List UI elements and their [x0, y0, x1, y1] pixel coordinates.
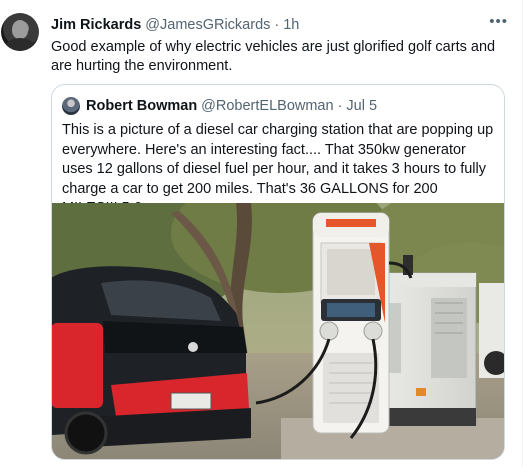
tweet[interactable]: Jim Rickards @JamesGRickards · 1h ••• Go… [0, 0, 523, 467]
quoted-author-handle: @RobertELBowman [201, 98, 334, 114]
photo-illustration [52, 203, 504, 459]
tweet-text: Good example of why electric vehicles ar… [51, 39, 496, 74]
avatar-head [12, 20, 28, 39]
quoted-timestamp: Jul 5 [346, 98, 378, 114]
more-options-icon[interactable]: ••• [489, 13, 508, 30]
separator-dot: · [274, 17, 280, 33]
charging-station [312, 212, 390, 434]
quoted-separator-dot: · [337, 98, 343, 114]
tweet-timestamp[interactable]: 1h [283, 17, 299, 33]
author-handle[interactable]: @JamesGRickards [145, 17, 270, 33]
tweet-photo[interactable] [52, 203, 504, 459]
avatar[interactable] [1, 13, 39, 51]
author-display-name[interactable]: Jim Rickards [51, 17, 141, 33]
quoted-author-display-name: Robert Bowman [86, 98, 198, 114]
quoted-tweet-header: Robert Bowman @RobertELBowman · Jul 5 [62, 96, 494, 116]
quoted-tweet[interactable]: Robert Bowman @RobertELBowman · Jul 5 Th… [51, 84, 505, 460]
avatar-shoulders [5, 38, 35, 51]
quoted-avatar [62, 97, 80, 115]
tweet-header: Jim Rickards @JamesGRickards · 1h ••• [51, 13, 508, 35]
